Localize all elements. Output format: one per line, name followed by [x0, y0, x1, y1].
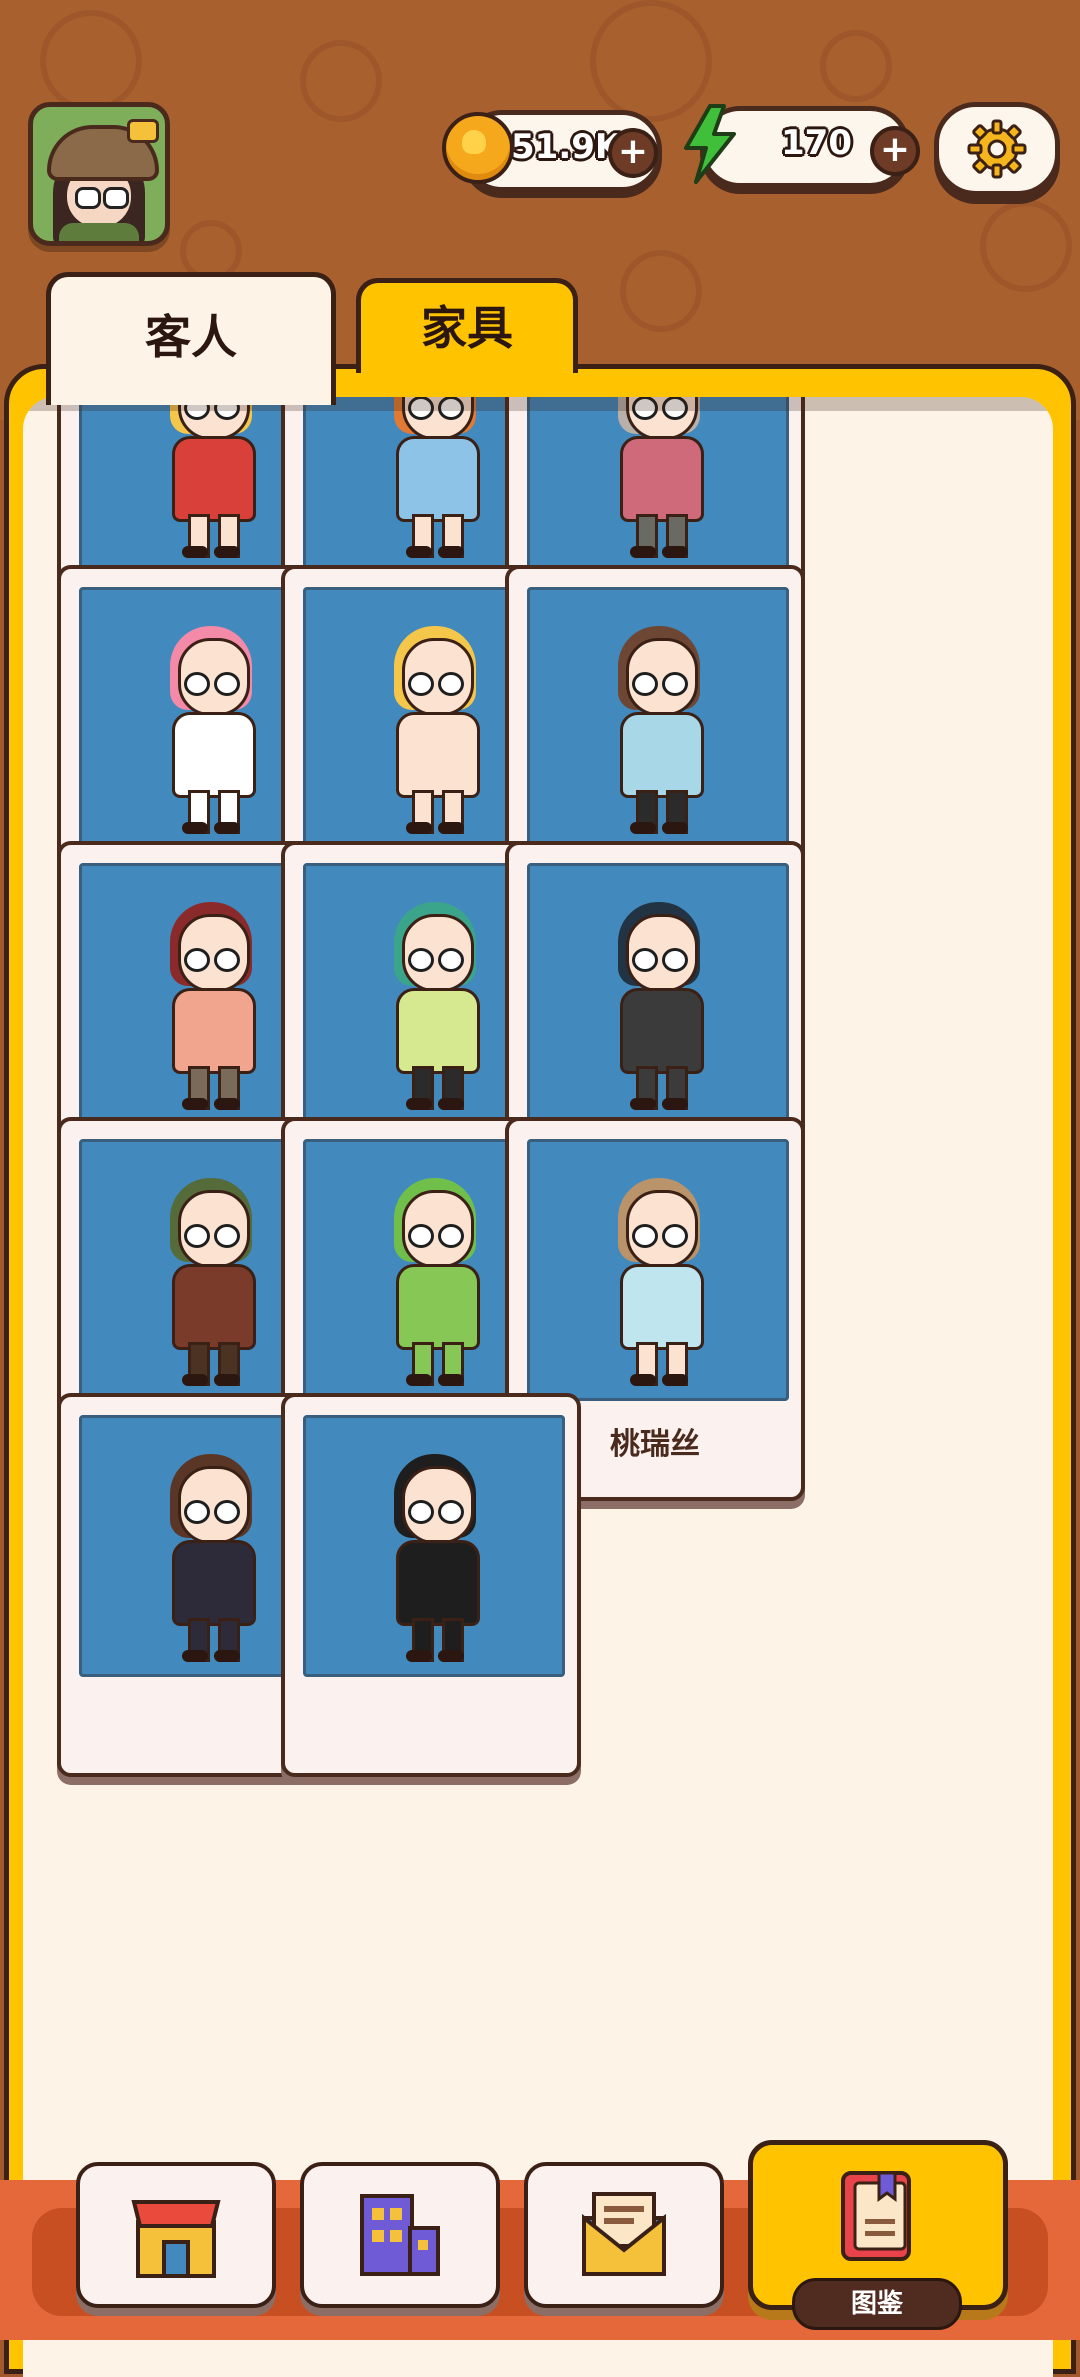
gear-icon — [967, 119, 1027, 179]
character-grid[interactable]: 谢里尔埃拉贝丝芭芭拉肯约瑟夫伊娃罗宾乔治马克弗洛格桃瑞丝 — [23, 397, 1053, 2377]
mail-icon — [582, 2192, 666, 2276]
character-portrait — [527, 397, 789, 573]
settings-button[interactable] — [934, 102, 1060, 196]
nav-collection-label: 图鉴 — [792, 2278, 962, 2330]
book-icon — [841, 2171, 911, 2261]
coin-icon — [442, 112, 514, 184]
character-portrait — [527, 863, 789, 1125]
shop-icon — [131, 2200, 221, 2278]
tab-furniture[interactable]: 家具 — [356, 278, 578, 373]
tab-guests[interactable]: 客人 — [46, 272, 336, 405]
character-portrait — [303, 1415, 565, 1677]
collection-panel: 谢里尔埃拉贝丝芭芭拉肯约瑟夫伊娃罗宾乔治马克弗洛格桃瑞丝 — [4, 364, 1076, 2377]
lightning-icon — [684, 104, 736, 184]
character-card[interactable] — [281, 1393, 581, 1777]
nav-mail-button[interactable] — [524, 2162, 724, 2308]
energy-value: 170 — [781, 123, 852, 163]
character-portrait — [527, 587, 789, 849]
nav-shop-button[interactable] — [76, 2162, 276, 2308]
nav-building-button[interactable] — [300, 2162, 500, 2308]
add-coins-button[interactable]: + — [608, 128, 658, 178]
add-energy-button[interactable]: + — [870, 126, 920, 176]
character-portrait — [527, 1139, 789, 1401]
player-avatar[interactable] — [28, 102, 170, 246]
coin-value: 51.9K — [511, 127, 622, 167]
building-icon — [360, 2194, 440, 2276]
